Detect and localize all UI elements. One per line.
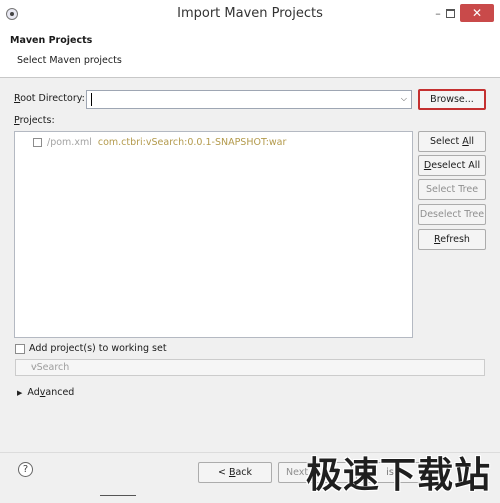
browse-button[interactable]: Browse... — [418, 89, 486, 110]
close-icon: ✕ — [471, 6, 483, 20]
window-title: Import Maven Projects — [177, 6, 323, 21]
import-maven-projects-dialog: Import Maven Projects – ✕ Maven Projects… — [0, 0, 500, 503]
deselect-all-button[interactable]: Deselect All — [418, 155, 486, 176]
select-all-button[interactable]: Select All — [418, 131, 486, 152]
artifact-id: com.ctbri:vSearch:0.0.1-SNAPSHOT:war — [97, 136, 287, 148]
page-title: Maven Projects — [10, 35, 93, 46]
projects-tree[interactable]: /pom.xml com.ctbri:vSearch:0.0.1-SNAPSHO… — [14, 131, 413, 338]
help-icon[interactable]: ? — [18, 462, 33, 477]
refresh-button[interactable]: Refresh — [418, 229, 486, 250]
root-directory-label: Root Directory: — [14, 93, 85, 104]
working-set-combo[interactable]: vSearch ⌵ — [15, 359, 485, 376]
divider — [100, 495, 136, 496]
watermark-logo: 极速下载站 — [306, 455, 492, 496]
back-button[interactable]: < Back — [198, 462, 272, 483]
wizard-banner: Maven Projects Select Maven projects — [0, 28, 500, 78]
chevron-down-icon[interactable]: ⌵ — [31, 362, 480, 372]
advanced-label: Advanced — [27, 387, 75, 398]
select-tree-button[interactable]: Select Tree — [418, 179, 486, 200]
chevron-down-icon[interactable]: ⌵ — [401, 94, 407, 104]
working-set-checkbox[interactable] — [15, 343, 25, 354]
working-set-label: Add project(s) to working set — [29, 343, 167, 354]
tree-item[interactable]: /pom.xml com.ctbri:vSearch:0.0.1-SNAPSHO… — [33, 134, 286, 150]
minimize-icon: – — [435, 6, 441, 20]
advanced-section-toggle[interactable]: ▶ Advanced — [17, 387, 74, 398]
text-caret — [91, 93, 92, 106]
maximize-button[interactable] — [442, 4, 458, 22]
pom-path: /pom.xml — [47, 136, 92, 148]
title-bar: Import Maven Projects – ✕ — [0, 0, 500, 28]
page-description: Select Maven projects — [17, 55, 122, 66]
deselect-tree-button[interactable]: Deselect Tree — [418, 204, 486, 225]
root-directory-combo[interactable]: ⌵ — [86, 90, 412, 109]
projects-label: Projects: — [14, 115, 55, 126]
maximize-icon — [445, 8, 455, 18]
working-set-row: Add project(s) to working set — [15, 343, 167, 354]
expand-triangle-icon[interactable]: ▶ — [17, 389, 22, 397]
project-checkbox[interactable] — [33, 137, 42, 147]
close-button[interactable]: ✕ — [460, 4, 494, 22]
